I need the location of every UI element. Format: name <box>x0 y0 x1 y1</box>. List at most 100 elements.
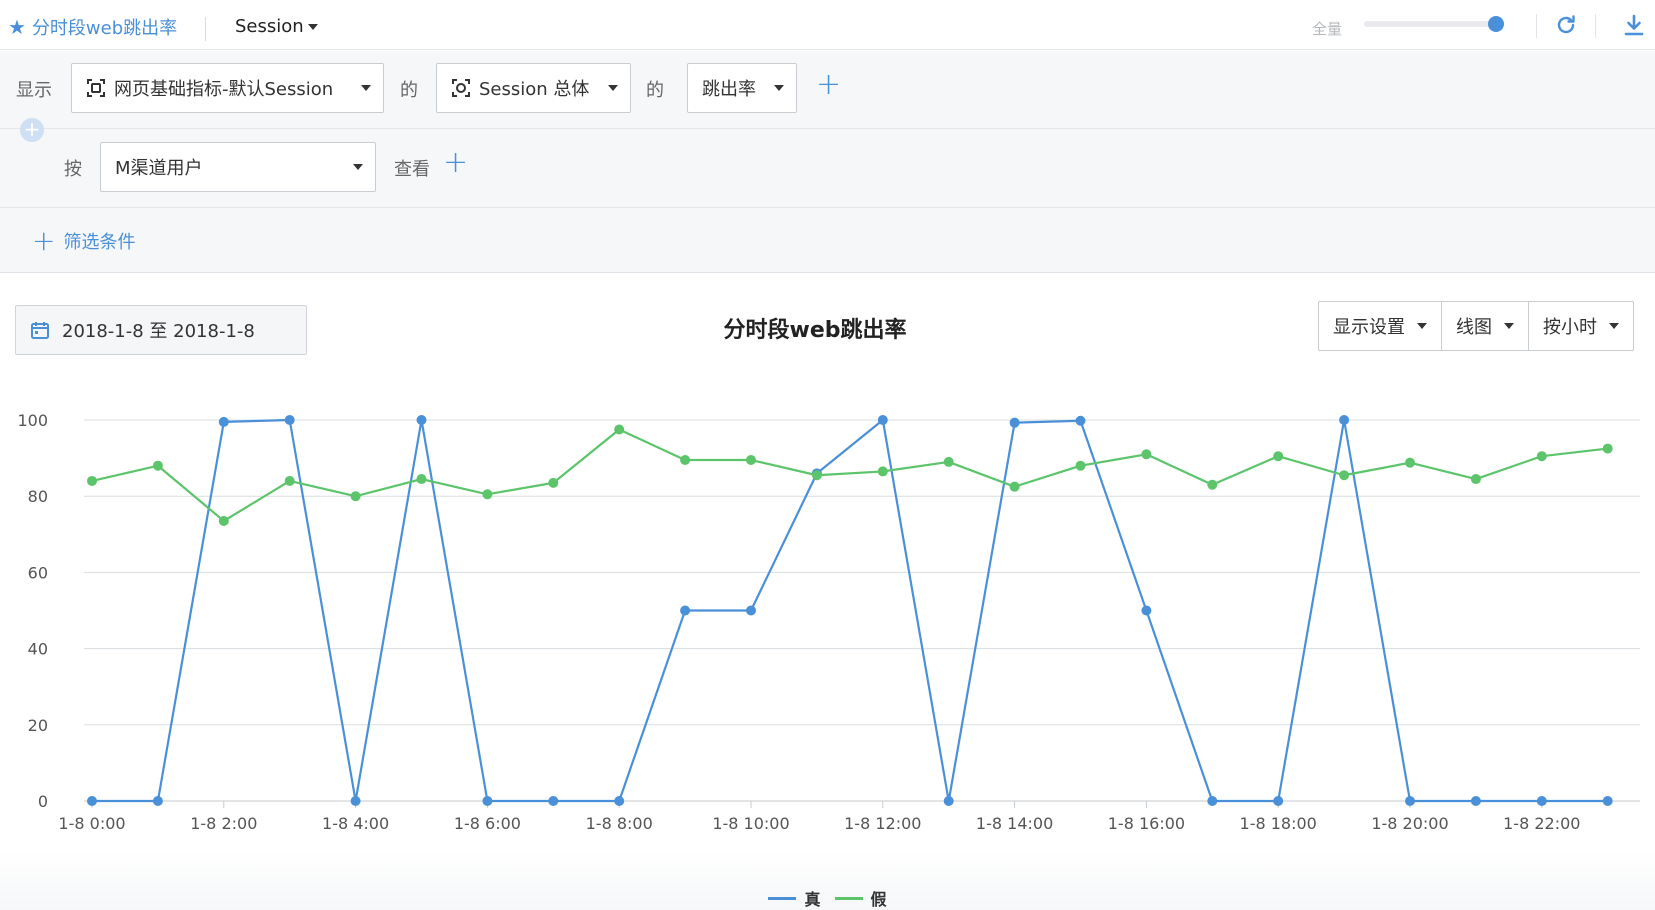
legend-item-false[interactable]: 假 <box>834 886 887 910</box>
x-tick-label: 1-8 20:00 <box>1371 814 1448 833</box>
chart-type-dropdown[interactable]: 线图 <box>1442 302 1529 350</box>
data-point-true <box>1141 605 1152 616</box>
data-point-false <box>1207 479 1218 490</box>
data-point-false <box>1075 460 1086 471</box>
x-tick-label: 1-8 10:00 <box>712 814 789 833</box>
data-point-false <box>1405 457 1415 468</box>
caret-down-icon <box>361 85 371 91</box>
x-tick-label: 1-8 6:00 <box>454 814 521 833</box>
data-point-false <box>152 460 163 471</box>
x-tick-label: 1-8 4:00 <box>322 814 389 833</box>
legend-swatch <box>768 896 797 900</box>
zoom-label: 全量 <box>1312 20 1343 38</box>
data-point-true <box>1339 415 1350 425</box>
data-point-true <box>1470 796 1481 806</box>
data-point-true <box>1536 796 1547 806</box>
metric-dropdown[interactable]: 跳出率 <box>687 63 797 113</box>
row-divider <box>0 128 1655 129</box>
scan-icon <box>452 79 470 97</box>
star-icon[interactable]: ★ <box>8 15 26 39</box>
add-condition-plus-icon[interactable]: + <box>20 118 44 142</box>
data-point-false <box>811 470 822 481</box>
add-filter-label: 筛选条件 <box>63 232 136 253</box>
x-tick-label: 1-8 2:00 <box>190 814 257 833</box>
group-by-dropdown[interactable]: M渠道用户 <box>100 142 376 192</box>
x-tick-label: 1-8 8:00 <box>586 814 653 833</box>
data-point-false <box>416 474 427 485</box>
data-point-false <box>1470 474 1481 485</box>
caret-down-icon <box>774 85 784 91</box>
metric-source-value: 网页基础指标-默认Session <box>114 79 334 100</box>
y-tick-label: 60 <box>28 563 48 582</box>
scope-dropdown[interactable]: Session 总体 <box>436 63 631 113</box>
caret-down-icon <box>608 85 618 91</box>
session-dropdown-label: Session <box>235 16 304 37</box>
data-point-false <box>746 455 756 466</box>
y-tick-label: 80 <box>28 487 48 506</box>
data-point-false <box>1536 451 1547 462</box>
of-label: 的 <box>400 80 418 101</box>
by-label: 按 <box>64 159 82 180</box>
y-tick-label: 20 <box>28 716 48 735</box>
data-point-false <box>1009 481 1020 492</box>
data-point-true <box>1602 796 1613 806</box>
data-point-false <box>548 477 559 488</box>
series-line-true <box>92 418 1608 803</box>
data-point-true <box>877 415 888 425</box>
data-point-true <box>218 416 229 427</box>
x-tick-label: 1-8 0:00 <box>58 814 125 833</box>
data-point-false <box>482 489 493 500</box>
display-settings-dropdown[interactable]: 显示设置 <box>1319 302 1442 350</box>
y-tick-label: 40 <box>28 640 48 659</box>
caret-down-icon <box>1504 323 1514 329</box>
divider <box>1536 14 1537 38</box>
legend-swatch <box>834 896 863 900</box>
data-point-true <box>284 415 295 425</box>
chart-options-group: 显示设置 线图 按小时 <box>1318 301 1634 351</box>
download-icon <box>1624 14 1644 36</box>
data-point-false <box>680 455 691 466</box>
group-by-value: M渠道用户 <box>115 158 203 179</box>
zoom-slider-track[interactable] <box>1364 21 1494 27</box>
top-bar: ★ 分时段web跳出率 Session 全量 <box>0 0 1655 50</box>
chart-type-label: 线图 <box>1456 317 1492 338</box>
data-point-true <box>548 796 559 806</box>
granularity-label: 按小时 <box>1543 317 1597 338</box>
data-point-true <box>87 796 97 806</box>
caret-down-icon <box>353 164 363 170</box>
y-tick-label: 0 <box>38 792 48 811</box>
show-label: 显示 <box>16 80 52 101</box>
legend-item-true[interactable]: 真 <box>768 886 821 910</box>
chart-legend: 真 假 <box>0 886 1655 910</box>
add-filter-button[interactable]: + 筛选条件 <box>32 227 135 255</box>
data-point-false <box>1273 451 1284 462</box>
metric-source-dropdown[interactable]: 网页基础指标-默认Session <box>71 63 384 113</box>
caret-down-icon <box>307 23 318 30</box>
refresh-button[interactable] <box>1553 12 1579 38</box>
add-group-plus-icon[interactable]: + <box>443 148 468 178</box>
view-label: 查看 <box>394 159 430 180</box>
session-dropdown[interactable]: Session <box>235 16 318 37</box>
zoom-slider-handle[interactable] <box>1488 16 1504 32</box>
line-chart-svg: 0 20 40 60 80 100 1-8 0:00 1-8 2:00 1-8 4:00 1-8 … <box>17 411 1640 833</box>
data-point-true <box>746 605 756 616</box>
data-point-false <box>87 475 97 486</box>
granularity-dropdown[interactable]: 按小时 <box>1529 302 1633 350</box>
add-metric-plus-icon[interactable]: + <box>816 70 841 100</box>
report-title-link[interactable]: ★ 分时段web跳出率 <box>8 14 177 40</box>
data-point-true <box>1207 796 1218 806</box>
data-point-false <box>877 466 888 477</box>
data-point-false <box>350 491 361 502</box>
data-point-true <box>152 796 163 806</box>
line-chart: 0 20 40 60 80 100 1-8 0:00 1-8 2:00 1-8 4:00 1-8 … <box>0 380 1655 910</box>
divider <box>1595 14 1596 38</box>
data-point-true <box>943 796 954 806</box>
of-label: 的 <box>646 80 664 101</box>
data-point-true <box>680 605 691 616</box>
x-tick-label: 1-8 22:00 <box>1503 814 1580 833</box>
data-point-true <box>1075 415 1086 426</box>
metric-value: 跳出率 <box>702 79 756 100</box>
series-line-false <box>91 428 1608 523</box>
report-title: 分时段web跳出率 <box>31 18 178 39</box>
download-button[interactable] <box>1621 12 1647 38</box>
